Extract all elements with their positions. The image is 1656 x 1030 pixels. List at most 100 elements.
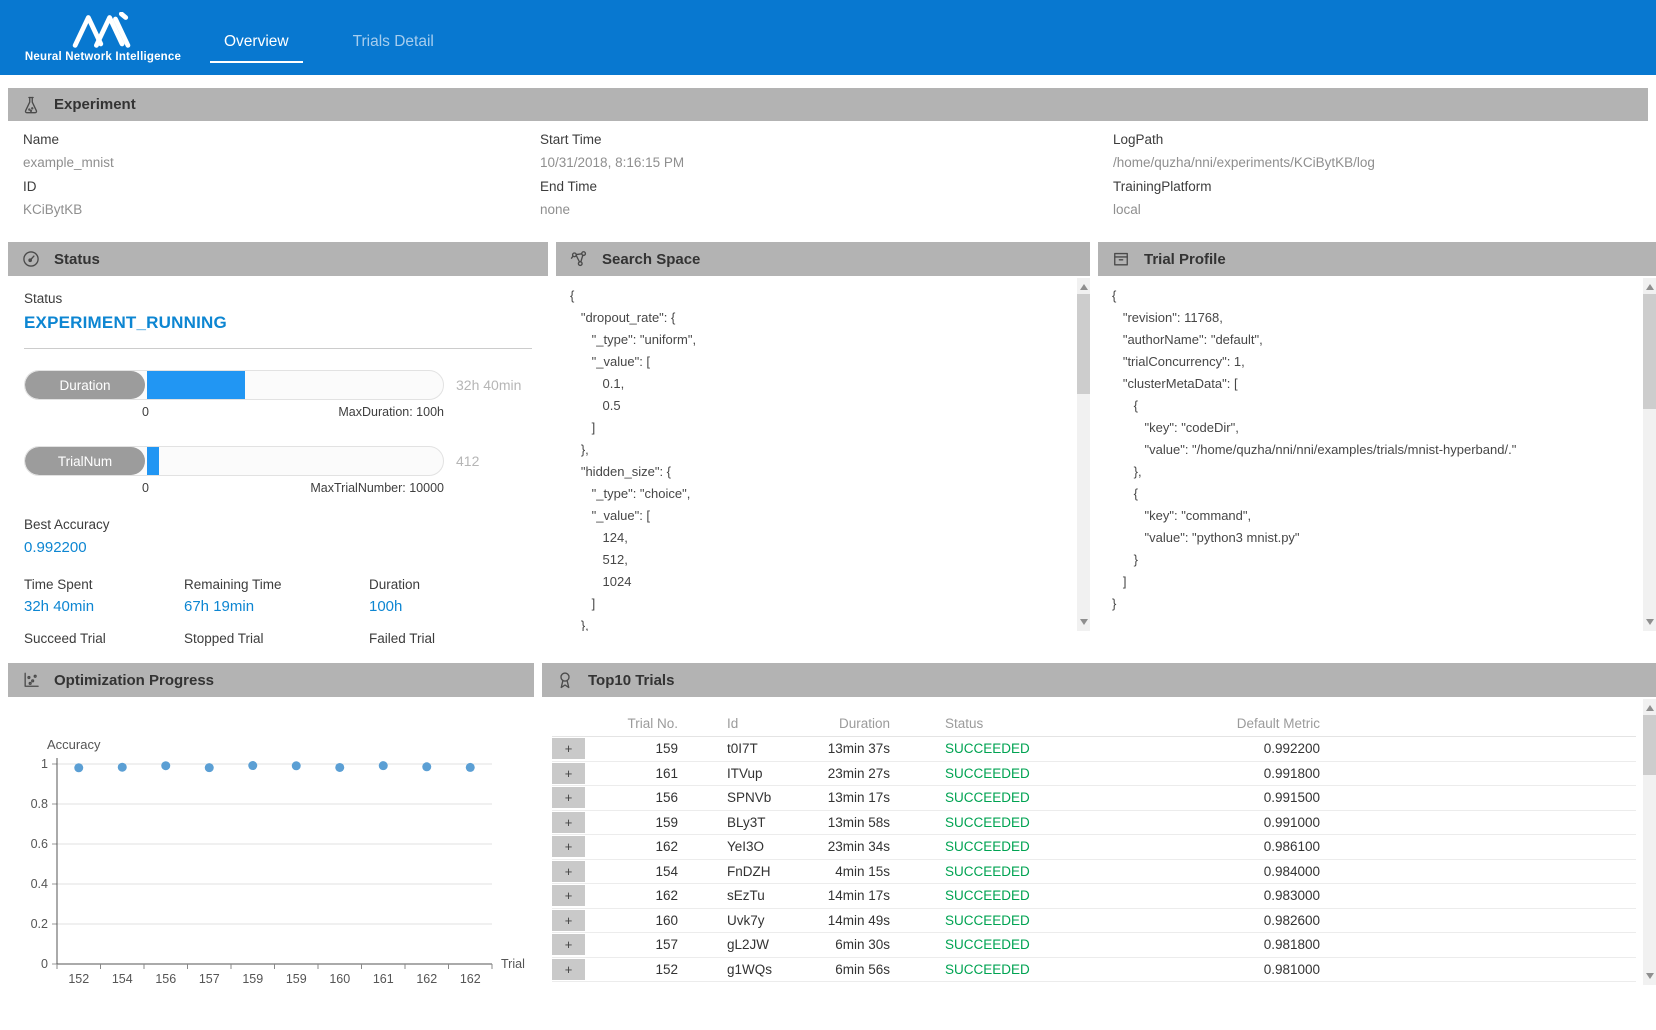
metric-cell: 0.982600 — [1110, 913, 1320, 928]
scroll-up-arrow[interactable] — [1646, 284, 1654, 290]
scroll-up-arrow[interactable] — [1080, 284, 1088, 290]
trial-id-cell: FnDZH — [678, 864, 788, 879]
y-tick-label: 0.8 — [31, 797, 48, 811]
duration-stat-label: Duration — [369, 577, 532, 592]
x-tick-label: 157 — [199, 972, 220, 986]
table-row: +162YeI3O23min 34sSUCCEEDED0.986100 — [552, 835, 1636, 860]
expand-row-button[interactable]: + — [552, 787, 585, 808]
trialnum-progress-row: TrialNum 412 — [24, 446, 532, 476]
status-cell: SUCCEEDED — [890, 864, 1110, 879]
platform-value: local — [1113, 202, 1375, 217]
duration-cell: 4min 15s — [788, 864, 890, 879]
search-space-title: Search Space — [602, 251, 700, 268]
table-row: +162sEzTu14min 17sSUCCEEDED0.983000 — [552, 884, 1636, 909]
expand-row-button[interactable]: + — [552, 812, 585, 833]
scrollbar-thumb[interactable] — [1643, 715, 1656, 775]
expand-row-button[interactable]: + — [552, 959, 585, 980]
trial-no-cell: 161 — [585, 766, 678, 781]
table-row: +157gL2JW6min 30sSUCCEEDED0.981800 — [552, 933, 1636, 958]
tab-overview[interactable]: Overview — [218, 33, 295, 51]
col-id: Id — [678, 716, 788, 731]
scroll-up-arrow[interactable] — [1646, 705, 1654, 711]
scrollbar-thumb[interactable] — [1643, 294, 1656, 409]
expand-row-button[interactable]: + — [552, 910, 585, 931]
scatter-point — [335, 763, 344, 772]
scroll-down-arrow[interactable] — [1646, 619, 1654, 625]
best-accuracy-value: 0.992200 — [24, 539, 532, 556]
metric-cell: 0.991800 — [1110, 766, 1320, 781]
trialnum-bar-range: 0 MaxTrialNumber: 10000 — [24, 481, 444, 495]
trialnum-bar-label: TrialNum — [25, 447, 145, 475]
expand-row-button[interactable]: + — [552, 861, 585, 882]
trial-profile-panel-bar: Trial Profile — [1098, 242, 1656, 276]
expand-row-button[interactable]: + — [552, 738, 585, 759]
duration-bar-value: 32h 40min — [456, 377, 521, 393]
trial-profile-json: { "revision": 11768, "authorName": "defa… — [1098, 276, 1656, 631]
metric-cell: 0.981800 — [1110, 937, 1320, 952]
table-row: +161ITVup23min 27sSUCCEEDED0.991800 — [552, 762, 1636, 787]
status-stats-grid: Time Spent Remaining Time Duration 32h 4… — [24, 577, 532, 655]
experiment-col-name: Name example_mnist ID KCiBytKB — [23, 132, 114, 217]
expand-row-button[interactable]: + — [552, 885, 585, 906]
duration-cell: 13min 37s — [788, 741, 890, 756]
expand-row-button[interactable]: + — [552, 763, 585, 784]
expand-row-button[interactable]: + — [552, 934, 585, 955]
metric-cell: 0.991000 — [1110, 815, 1320, 830]
trialnum-bar-fill — [147, 447, 159, 475]
table-row: +160Uvk7y14min 49sSUCCEEDED0.982600 — [552, 909, 1636, 934]
trial-id-cell: Uvk7y — [678, 913, 788, 928]
trial-profile-panel: Trial Profile { "revision": 11768, "auth… — [1098, 242, 1656, 655]
metric-cell: 0.983000 — [1110, 888, 1320, 903]
status-cell: SUCCEEDED — [890, 962, 1110, 977]
top10-table-body: +159t0I7T13min 37sSUCCEEDED0.992200+161I… — [552, 737, 1636, 982]
status-cell: SUCCEEDED — [890, 766, 1110, 781]
scatter-point — [466, 763, 475, 772]
scrollbar-thumb[interactable] — [1077, 294, 1090, 394]
accuracy-scatter-chart: Accuracy10.80.60.40.20152154156157159159… — [8, 703, 530, 993]
status-label: Status — [24, 291, 532, 306]
top10-trials-panel: Top10 Trials Trial No. Id Duration Statu… — [542, 663, 1656, 993]
trial-no-cell: 159 — [585, 815, 678, 830]
search-space-panel-bar: Search Space — [556, 242, 1090, 276]
trial-profile-scrollbar[interactable] — [1643, 278, 1656, 631]
hyperparameter-graph-icon — [569, 249, 589, 269]
trial-no-cell: 160 — [585, 913, 678, 928]
scatter-point — [422, 762, 431, 771]
main-nav: Overview Trials Detail — [218, 0, 440, 75]
col-trial-no: Trial No. — [585, 716, 678, 731]
brand-text: Neural Network Intelligence — [25, 51, 181, 63]
status-cell: SUCCEEDED — [890, 913, 1110, 928]
scatter-point — [205, 763, 214, 772]
duration-cell: 14min 49s — [788, 913, 890, 928]
duration-cell: 23min 27s — [788, 766, 890, 781]
succeed-trial-value: 403 — [24, 652, 184, 655]
trial-no-cell: 154 — [585, 864, 678, 879]
trial-no-cell: 162 — [585, 839, 678, 854]
trial-id-cell: gL2JW — [678, 937, 788, 952]
trial-id-cell: sEzTu — [678, 888, 788, 903]
logpath-value: /home/quzha/nni/experiments/KCiBytKB/log — [1113, 155, 1375, 170]
end-time-label: End Time — [540, 179, 684, 194]
x-tick-label: 162 — [416, 972, 437, 986]
optimization-panel-bar: Optimization Progress — [8, 663, 534, 697]
x-tick-label: 162 — [460, 972, 481, 986]
scroll-down-arrow[interactable] — [1080, 619, 1088, 625]
expand-row-button[interactable]: + — [552, 836, 585, 857]
scroll-down-arrow[interactable] — [1646, 973, 1654, 979]
metric-cell: 0.981000 — [1110, 962, 1320, 977]
optimization-progress-panel: Optimization Progress Accuracy10.80.60.4… — [8, 663, 534, 993]
status-panel-title: Status — [54, 251, 100, 268]
trial-id-cell: SPNVb — [678, 790, 788, 805]
remaining-time-label: Remaining Time — [184, 577, 369, 592]
tab-trials-detail[interactable]: Trials Detail — [347, 33, 440, 51]
platform-label: TrainingPlatform — [1113, 179, 1375, 194]
search-space-scrollbar[interactable] — [1077, 278, 1090, 631]
experiment-status-value: EXPERIMENT_RUNNING — [24, 313, 532, 333]
y-tick-label: 0 — [41, 957, 48, 971]
best-accuracy-label: Best Accuracy — [24, 517, 532, 532]
top10-scrollbar[interactable] — [1643, 699, 1656, 985]
scatter-point — [161, 761, 170, 770]
duration-progress-row: Duration 32h 40min — [24, 370, 532, 400]
x-tick-label: 156 — [155, 972, 176, 986]
time-spent-value: 32h 40min — [24, 598, 184, 615]
